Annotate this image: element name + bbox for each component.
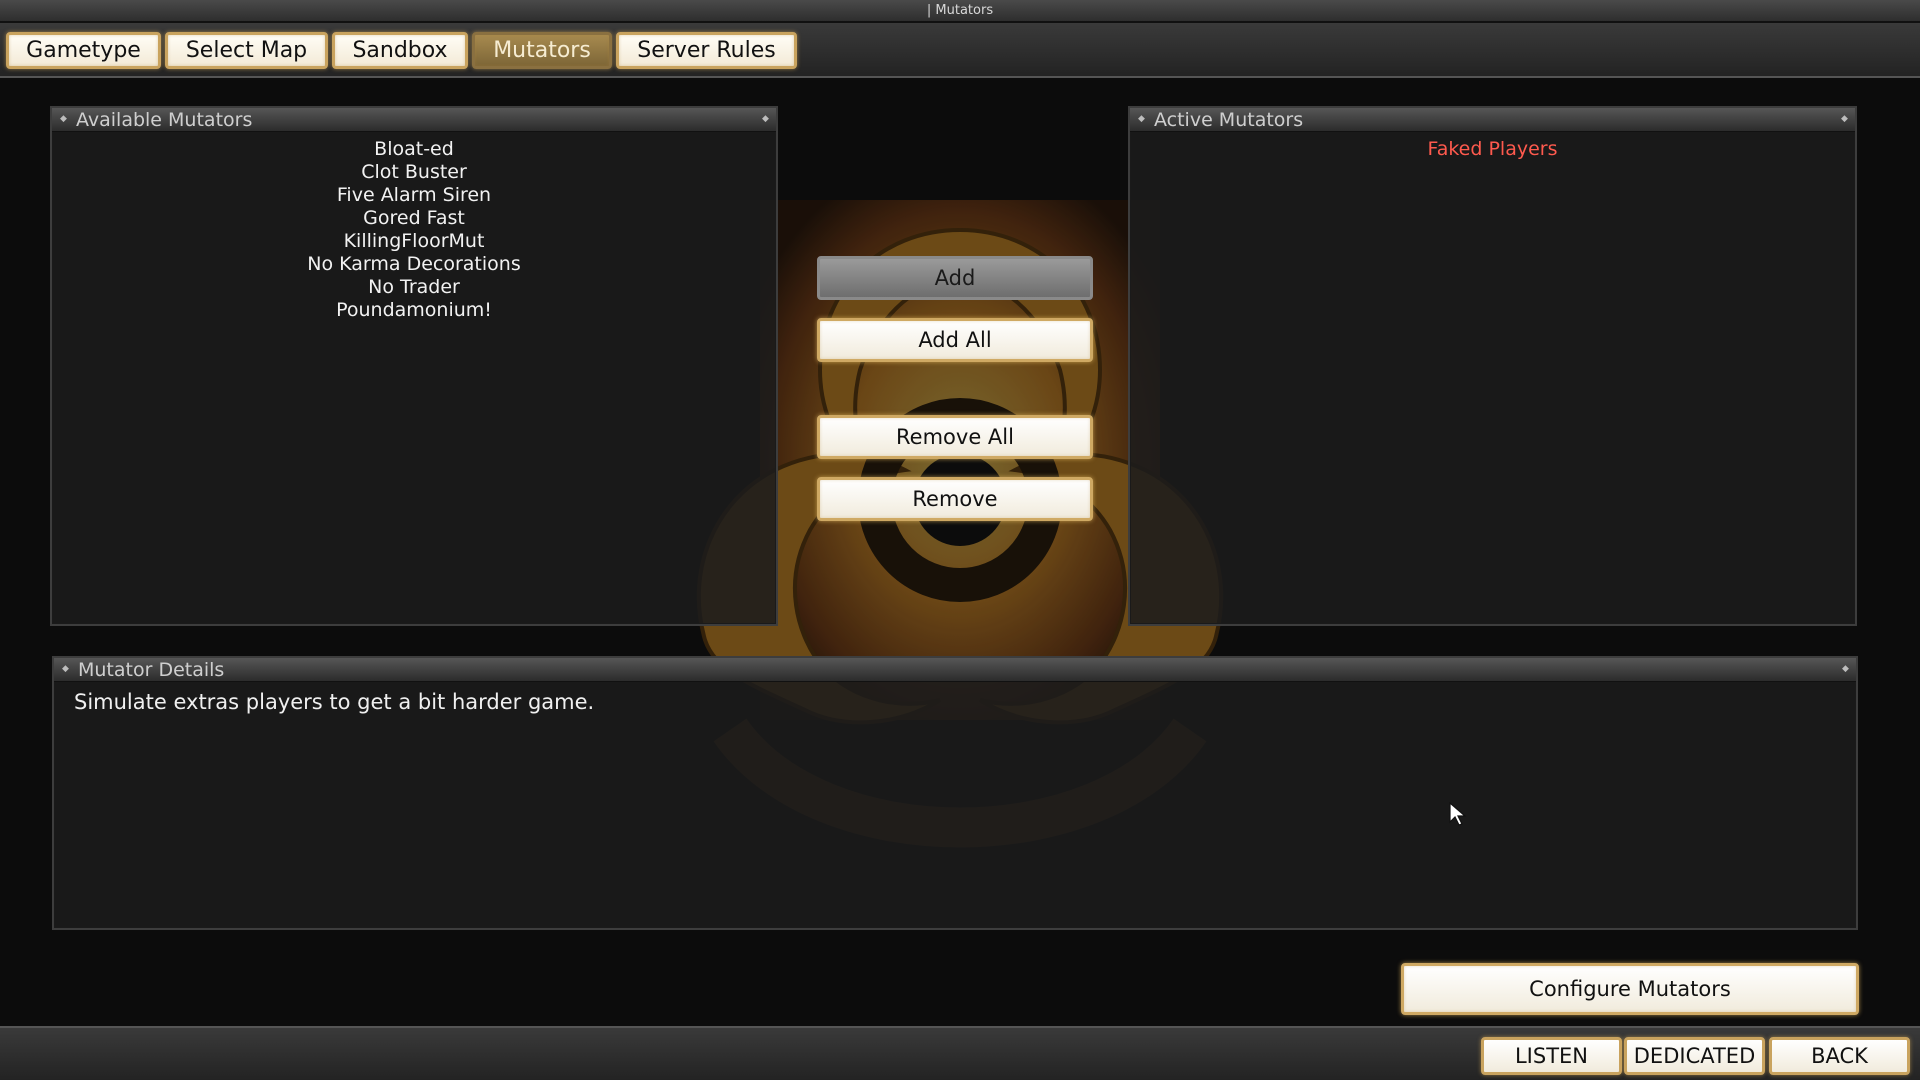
list-item[interactable]: No Karma Decorations (52, 253, 776, 276)
grip-icon: ◆ (1842, 664, 1849, 674)
list-item[interactable]: Gored Fast (52, 207, 776, 230)
grip-icon: ◆ (60, 114, 67, 124)
active-mutators-title: Active Mutators (1154, 109, 1304, 131)
mutator-details-title: Mutator Details (78, 659, 225, 681)
list-item[interactable]: Clot Buster (52, 161, 776, 184)
active-mutators-panel: ◆ Active Mutators ◆ Faked Players (1128, 106, 1857, 626)
tab-bar: Gametype Select Map Sandbox Mutators Ser… (0, 22, 1920, 78)
list-item[interactable]: Poundamonium! (52, 299, 776, 322)
window-titlebar: | Mutators (0, 0, 1920, 22)
tab-sandbox[interactable]: Sandbox (332, 32, 468, 69)
grip-icon: ◆ (62, 664, 69, 674)
tab-gametype[interactable]: Gametype (6, 32, 161, 69)
list-item-selected[interactable]: Faked Players (1130, 138, 1855, 161)
add-button[interactable]: Add (817, 256, 1093, 300)
mutators-screen: | Mutators Gametype Select Map Sandbox M… (0, 0, 1920, 1080)
add-all-button[interactable]: Add All (817, 318, 1093, 362)
mutator-details-panel: ◆ Mutator Details ◆ Simulate extras play… (52, 656, 1858, 930)
panel-header: ◆ Active Mutators ◆ (1130, 108, 1855, 132)
tab-select-map[interactable]: Select Map (165, 32, 328, 69)
grip-icon: ◆ (762, 114, 769, 124)
available-mutators-title: Available Mutators (76, 109, 253, 131)
tab-server-rules[interactable]: Server Rules (616, 32, 797, 69)
grip-icon: ◆ (1841, 114, 1848, 124)
active-mutators-list: Faked Players (1130, 138, 1855, 161)
mouse-cursor-icon (1449, 802, 1467, 826)
list-item[interactable]: No Trader (52, 276, 776, 299)
remove-all-button[interactable]: Remove All (817, 415, 1093, 459)
list-item[interactable]: Bloat-ed (52, 138, 776, 161)
available-mutators-panel: ◆ Available Mutators ◆ Bloat-ed Clot Bus… (50, 106, 778, 626)
dedicated-button[interactable]: DEDICATED (1624, 1037, 1765, 1075)
panel-header: ◆ Available Mutators ◆ (52, 108, 776, 132)
window-title: | Mutators (926, 3, 994, 18)
mutator-description: Simulate extras players to get a bit har… (74, 690, 595, 714)
list-item[interactable]: KillingFloorMut (52, 230, 776, 253)
remove-button[interactable]: Remove (817, 477, 1093, 521)
back-button[interactable]: BACK (1769, 1037, 1910, 1075)
list-item[interactable]: Five Alarm Siren (52, 184, 776, 207)
panel-header: ◆ Mutator Details ◆ (54, 658, 1856, 682)
bottom-bar: LISTEN DEDICATED BACK (0, 1026, 1920, 1080)
tab-mutators[interactable]: Mutators (472, 32, 612, 69)
configure-mutators-button[interactable]: Configure Mutators (1401, 963, 1859, 1015)
listen-button[interactable]: LISTEN (1481, 1037, 1622, 1075)
available-mutators-list: Bloat-ed Clot Buster Five Alarm Siren Go… (52, 138, 776, 322)
grip-icon: ◆ (1138, 114, 1145, 124)
